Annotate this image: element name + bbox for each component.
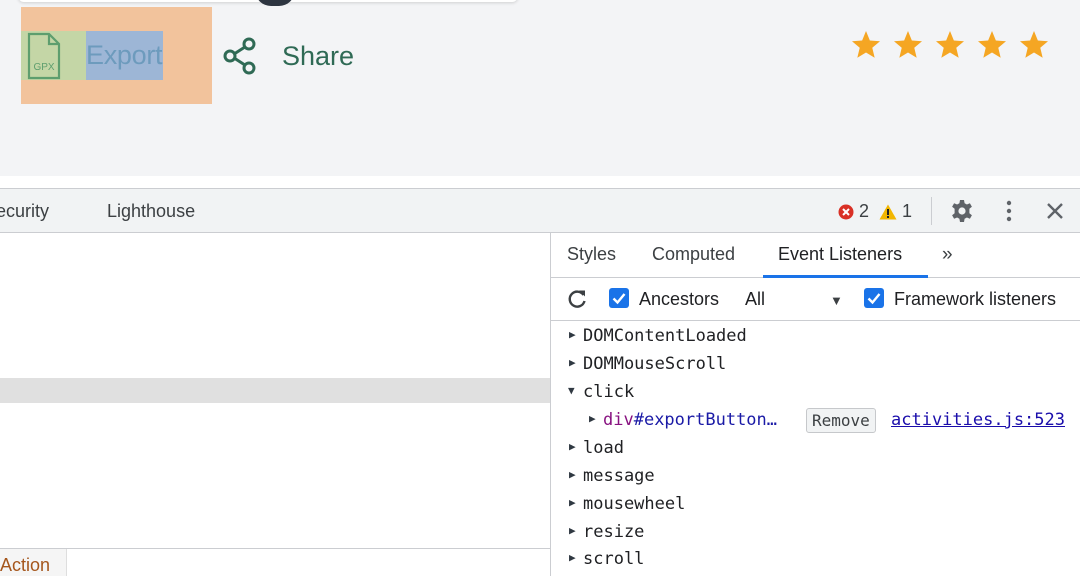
issues-counter[interactable]: 2 1 xyxy=(838,201,912,222)
more-options-icon[interactable] xyxy=(1002,199,1016,223)
star-icon xyxy=(978,31,1006,58)
listener-row-click[interactable]: ▼ click xyxy=(551,380,1080,407)
sidebar-pane: Styles Computed Event Listeners » Ancest… xyxy=(551,233,1080,576)
svg-text:GPX: GPX xyxy=(33,62,54,73)
star-rating xyxy=(850,29,1050,61)
star-icon xyxy=(1020,31,1048,58)
expand-arrow-icon: ▶ xyxy=(569,551,576,564)
error-count: 2 xyxy=(859,201,870,221)
avatar[interactable] xyxy=(255,0,295,6)
tab-event-listeners[interactable]: Event Listeners xyxy=(778,244,902,265)
listener-row-dommousescroll[interactable]: ▶ DOMMouseScroll xyxy=(551,352,1080,379)
tab-computed[interactable]: Computed xyxy=(652,244,735,265)
event-name: resize xyxy=(583,522,645,542)
source-link[interactable]: activities.js:523 xyxy=(891,410,1065,430)
ancestors-label: Ancestors xyxy=(639,289,720,309)
selected-dom-node-row[interactable] xyxy=(0,378,550,403)
filter-value: All xyxy=(745,289,766,309)
expand-arrow-icon: ▶ xyxy=(569,496,576,509)
warning-icon xyxy=(879,204,897,219)
event-name: message xyxy=(583,466,655,486)
listener-filter-select[interactable]: All ▼ xyxy=(745,289,845,311)
export-label: Export xyxy=(86,40,163,70)
dropdown-arrow-icon: ▼ xyxy=(830,293,843,308)
expand-arrow-icon: ▶ xyxy=(569,524,576,537)
page-divider xyxy=(0,176,1080,188)
gpx-file-icon: GPX xyxy=(27,32,61,79)
bottom-tab-action[interactable]: Action xyxy=(0,549,67,576)
expand-arrow-icon: ▶ xyxy=(569,356,576,369)
listener-node[interactable]: div#exportButton… xyxy=(603,410,777,430)
collapse-arrow-icon: ▼ xyxy=(568,384,575,397)
sidebar-tabs: Styles Computed Event Listeners » xyxy=(551,233,1080,278)
pane-divider xyxy=(0,548,550,549)
node-tag: div xyxy=(603,410,634,430)
listener-row-resize[interactable]: ▶ resize xyxy=(551,520,1080,547)
close-icon[interactable] xyxy=(1045,201,1065,221)
star-icon xyxy=(936,31,964,58)
tooltip-pointer xyxy=(58,0,72,1)
listener-row-message[interactable]: ▶ message xyxy=(551,464,1080,491)
elements-tree-pane: Action xyxy=(0,233,551,576)
node-id: #exportButton… xyxy=(633,410,778,430)
devtools-tab-bar: ecurity Lighthouse 2 1 xyxy=(0,188,1080,233)
event-name: click xyxy=(583,382,635,402)
bottom-tab-label: Action xyxy=(0,555,51,575)
expand-arrow-icon: ▶ xyxy=(569,440,576,453)
listener-row-scroll[interactable]: ▶ scroll xyxy=(551,547,1080,574)
remove-listener-button[interactable]: Remove xyxy=(806,408,876,433)
tab-lighthouse[interactable]: Lighthouse xyxy=(107,201,195,222)
event-name: DOMContentLoaded xyxy=(583,326,747,346)
tab-security[interactable]: ecurity xyxy=(0,201,49,222)
listener-row-load[interactable]: ▶ load xyxy=(551,436,1080,463)
listener-row-domcontentloaded[interactable]: ▶ DOMContentLoaded xyxy=(551,324,1080,351)
event-name: scroll xyxy=(583,549,645,569)
more-tabs-button[interactable]: » xyxy=(942,244,953,266)
tab-styles[interactable]: Styles xyxy=(567,244,616,265)
expand-arrow-icon: ▶ xyxy=(589,412,596,425)
error-icon xyxy=(838,204,854,219)
checkmark-icon xyxy=(612,293,626,305)
listener-handler-row[interactable]: ▶ div#exportButton… Remove activities.js… xyxy=(551,408,1080,435)
web-page-area: GPX Export Share xyxy=(0,0,1080,176)
event-name: DOMMouseScroll xyxy=(583,354,727,374)
star-icon xyxy=(894,31,922,58)
event-name: mousewheel xyxy=(583,494,686,514)
event-name: load xyxy=(583,438,624,458)
toolbar-divider xyxy=(931,197,932,225)
star-icon xyxy=(852,31,880,58)
export-button[interactable]: GPX Export xyxy=(26,31,166,80)
share-button[interactable]: Share xyxy=(222,34,354,78)
refresh-icon[interactable] xyxy=(566,288,588,310)
ancestors-checkbox[interactable] xyxy=(609,288,629,308)
event-listeners-toolbar: Ancestors All ▼ Framework listeners xyxy=(551,278,1080,321)
share-label: Share xyxy=(282,40,355,71)
framework-listeners-checkbox[interactable] xyxy=(864,288,884,308)
gear-icon[interactable] xyxy=(950,199,974,223)
share-icon xyxy=(223,37,256,75)
framework-listeners-label: Framework listeners xyxy=(894,289,1057,309)
listener-row-mousewheel[interactable]: ▶ mousewheel xyxy=(551,492,1080,519)
checkmark-icon xyxy=(867,293,881,305)
expand-arrow-icon: ▶ xyxy=(569,328,576,341)
expand-arrow-icon: ▶ xyxy=(569,468,576,481)
warning-count: 1 xyxy=(902,201,913,221)
